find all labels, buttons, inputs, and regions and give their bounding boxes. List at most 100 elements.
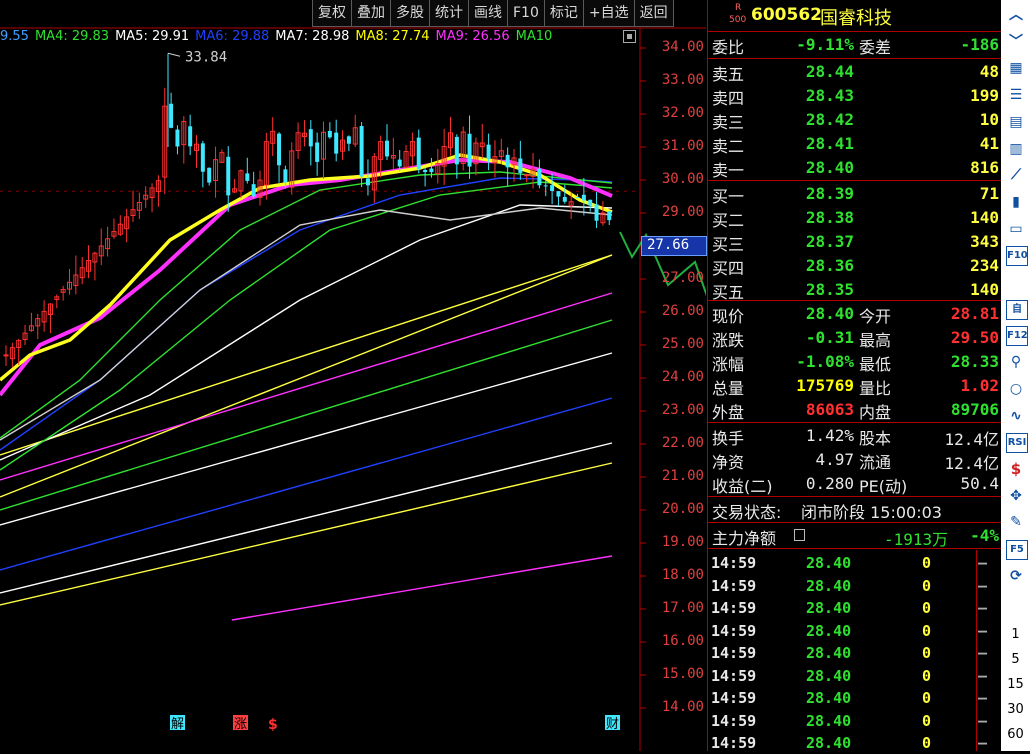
fundamental-row: 收益(二) 0.280 PE(动) 50.4 bbox=[708, 472, 1001, 496]
period-button[interactable]: 1 bbox=[1001, 627, 1030, 642]
tick-time: 14:59 bbox=[711, 621, 757, 640]
bids-volume: 140 bbox=[970, 208, 999, 227]
ma-legend-item: MA5: 29.91 bbox=[115, 29, 190, 44]
f12-icon[interactable]: F12 bbox=[1006, 326, 1028, 347]
quote-row: 涨跌 -0.31 最高 29.50 bbox=[708, 326, 1001, 350]
weicha-value: -186 bbox=[960, 35, 999, 54]
calendar-icon[interactable]: ▦ bbox=[1006, 59, 1026, 77]
ma-line bbox=[0, 442, 613, 594]
tick-scrollbar[interactable] bbox=[976, 550, 977, 751]
tick-price: 28.40 bbox=[806, 644, 852, 662]
price-axis-label: 30.00 bbox=[661, 171, 704, 187]
candlestick-icon[interactable]: ▮ bbox=[1006, 193, 1026, 211]
candle-body bbox=[251, 184, 256, 197]
toolbar-button[interactable]: 画线 bbox=[468, 0, 508, 27]
refresh-icon[interactable]: ⟳ bbox=[1006, 567, 1026, 585]
toolbar-button[interactable]: 复权 bbox=[312, 0, 352, 27]
candle-body bbox=[175, 129, 180, 147]
tick-price: 28.40 bbox=[806, 599, 852, 617]
capital-value: -1913万 bbox=[884, 530, 949, 549]
tick-time: 14:59 bbox=[711, 711, 757, 730]
quote-label: 涨跌 bbox=[712, 331, 745, 350]
period-button[interactable]: 30 bbox=[1001, 702, 1030, 717]
circle-icon[interactable]: ○ bbox=[1006, 380, 1026, 398]
toolbar-button[interactable]: 标记 bbox=[543, 0, 584, 27]
toolbar-button[interactable]: 多股 bbox=[390, 0, 430, 27]
bids-label: 买二 bbox=[712, 211, 745, 230]
code-badge-top: R bbox=[735, 3, 742, 13]
candle-body bbox=[207, 167, 212, 183]
zoom-icon[interactable]: ⚲ bbox=[1006, 353, 1026, 371]
stock-name: 国睿科技 bbox=[820, 8, 892, 29]
quote-value: 175769 bbox=[796, 376, 854, 395]
kline-chart[interactable]: 33.84 解 涨 $ 财 bbox=[0, 0, 706, 751]
candle-body bbox=[200, 143, 205, 172]
toolbar-button[interactable]: +自选 bbox=[582, 0, 635, 27]
quote-label-2: 量比 bbox=[859, 379, 892, 398]
weibi-row: 委比 -9.11% 委差 -186 bbox=[708, 33, 1001, 57]
quote-label: 现价 bbox=[712, 307, 745, 326]
chart-toolbar: 复权 叠加 多股 统计 画线 F10 标记 +自选 返回 bbox=[312, 0, 674, 28]
bids-price: 28.38 bbox=[805, 208, 854, 227]
table-icon[interactable]: ▤ bbox=[1006, 113, 1026, 131]
tick-volume: 0 bbox=[922, 576, 932, 595]
candle-body bbox=[245, 173, 250, 181]
fundamental-row: 净资 4.97 流通 12.4亿 bbox=[708, 448, 1001, 473]
line-chart-icon[interactable]: ⟋ bbox=[1006, 166, 1026, 184]
bids-row: 买三 28.37 343 bbox=[708, 230, 1001, 254]
chart-settings-icon[interactable] bbox=[623, 30, 636, 43]
asks-price: 28.44 bbox=[805, 62, 854, 81]
period-button[interactable]: 60 bbox=[1001, 727, 1030, 742]
rsi-icon[interactable]: RSI bbox=[1006, 433, 1028, 454]
chevron-down-icon[interactable]: ﹀ bbox=[1006, 33, 1026, 51]
price-axis-label: 27.00 bbox=[661, 270, 704, 286]
candle-body bbox=[518, 158, 523, 173]
toolbar-button[interactable]: 统计 bbox=[429, 0, 469, 27]
fundamental-label-2: PE(动) bbox=[859, 477, 908, 496]
fundamental-label-2: 股本 bbox=[859, 429, 892, 448]
ma-legend-item: MA7: 28.98 bbox=[275, 29, 350, 44]
quote-row: 外盘 86063 内盘 89706 bbox=[708, 398, 1001, 422]
candle-body bbox=[283, 169, 288, 183]
weicha-label: 委差 bbox=[859, 38, 892, 57]
tick-direction: – bbox=[978, 599, 988, 617]
ma-legend: 9.55 MA4: 29.83 MA5: 29.91 MA6: 29.88 MA7: 2… bbox=[0, 29, 558, 47]
candle-body bbox=[365, 178, 370, 186]
bids-row: 买一 28.39 71 bbox=[708, 182, 1001, 206]
candle-body bbox=[562, 197, 567, 202]
self-select-icon[interactable]: 自 bbox=[1006, 299, 1028, 320]
fundamental-value-2: 12.4亿 bbox=[944, 454, 999, 473]
capital-label: 主力净额 bbox=[712, 529, 777, 548]
bids-volume: 343 bbox=[970, 232, 999, 251]
window-icon[interactable]: ▭ bbox=[1006, 220, 1026, 238]
f5-icon[interactable]: F5 bbox=[1006, 540, 1028, 560]
quote-row: 总量 175769 量比 1.02 bbox=[708, 374, 1001, 398]
f10-icon[interactable]: F10 bbox=[1006, 246, 1028, 267]
candle-body bbox=[581, 194, 586, 201]
ma-legend-item: MA6: 29.88 bbox=[195, 29, 270, 44]
bids-label: 买四 bbox=[712, 259, 745, 278]
dollar-icon[interactable]: $ bbox=[1006, 460, 1026, 478]
candle-body bbox=[385, 140, 389, 157]
toolbar-button[interactable]: 叠加 bbox=[351, 0, 391, 27]
toolbar-button[interactable]: F10 bbox=[507, 0, 545, 27]
bids-row: 买五 28.35 140 bbox=[708, 278, 1001, 302]
grid-icon[interactable]: ▥ bbox=[1006, 140, 1026, 158]
period-button[interactable]: 5 bbox=[1001, 652, 1030, 667]
period-button[interactable]: 15 bbox=[1001, 677, 1030, 692]
price-axis-label: 18.00 bbox=[661, 567, 704, 583]
pencil-icon[interactable]: ✎ bbox=[1006, 513, 1026, 531]
wave-icon[interactable]: ∿ bbox=[1006, 407, 1026, 425]
quote-label: 总量 bbox=[712, 379, 745, 398]
tick-volume: 0 bbox=[922, 711, 932, 730]
chevron-up-icon[interactable]: ︿ bbox=[1006, 6, 1026, 24]
chart-marker: $ bbox=[268, 717, 278, 733]
fundamental-label: 净资 bbox=[712, 453, 745, 472]
report-icon[interactable] bbox=[1006, 273, 1026, 291]
capital-row[interactable]: 主力净额 -1913万 -4% bbox=[708, 524, 1001, 549]
capital-pct: -4% bbox=[970, 526, 999, 545]
move-icon[interactable]: ✥ bbox=[1006, 487, 1026, 505]
candle-body bbox=[505, 154, 510, 168]
list-icon[interactable]: ☰ bbox=[1006, 86, 1026, 104]
capital-detail-icon[interactable] bbox=[794, 529, 805, 541]
